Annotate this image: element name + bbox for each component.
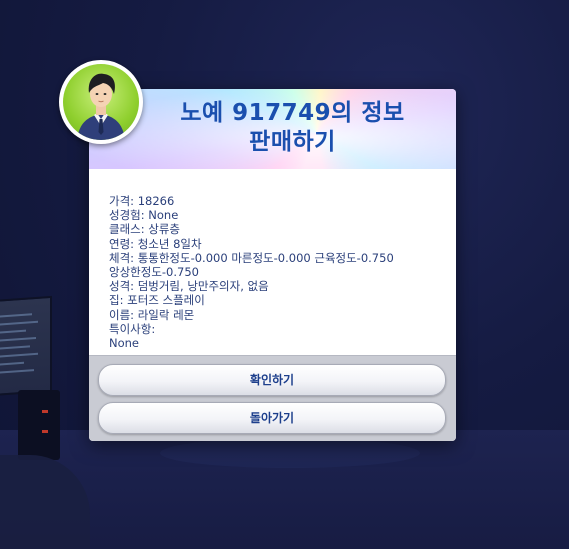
info-line-age: 연령: 청소년 8일차 — [109, 236, 202, 251]
background-table — [160, 438, 420, 468]
info-line-traits: 성격: 덤벙거림, 낭만주의자, 없음 — [109, 279, 269, 294]
info-line-physique: 체격: 통통한정도-0.000 마른정도-0.000 근육정도-0.750 — [109, 250, 394, 265]
sim-avatar — [59, 60, 143, 144]
background-monitor — [0, 295, 52, 397]
info-line-class: 클래스: 상류층 — [109, 222, 181, 237]
background-computer-tower — [18, 390, 60, 460]
dialog-title-line2: 판매하기 — [249, 129, 336, 155]
sim-portrait-icon — [63, 64, 139, 140]
info-line-notes-value: None — [109, 336, 140, 351]
back-button[interactable]: 돌아가기 — [98, 402, 446, 434]
info-line-name: 이름: 라일락 레몬 — [109, 307, 195, 322]
info-line-home: 집: 포터즈 스플레이 — [109, 293, 205, 308]
confirm-button[interactable]: 확인하기 — [98, 364, 446, 396]
slave-info-dialog: 노예 917749의 정보 판매하기 가격: 18266 성경험: None 클… — [89, 89, 456, 441]
dialog-body: 가격: 18266 성경험: None 클래스: 상류층 연령: 청소년 8일차… — [109, 194, 444, 350]
dialog-title: 노예 917749의 정보 판매하기 — [109, 99, 456, 157]
info-line-physique-cont: 앙상한정도-0.750 — [109, 265, 199, 280]
info-line-sexual-experience: 성경험: None — [109, 208, 179, 223]
info-line-notes-label: 특이사항: — [109, 321, 156, 336]
dialog-footer: 확인하기 돌아가기 — [89, 355, 456, 441]
info-line-price: 가격: 18266 — [109, 194, 175, 208]
dialog-title-line1: 노예 917749의 정보 — [180, 100, 405, 126]
